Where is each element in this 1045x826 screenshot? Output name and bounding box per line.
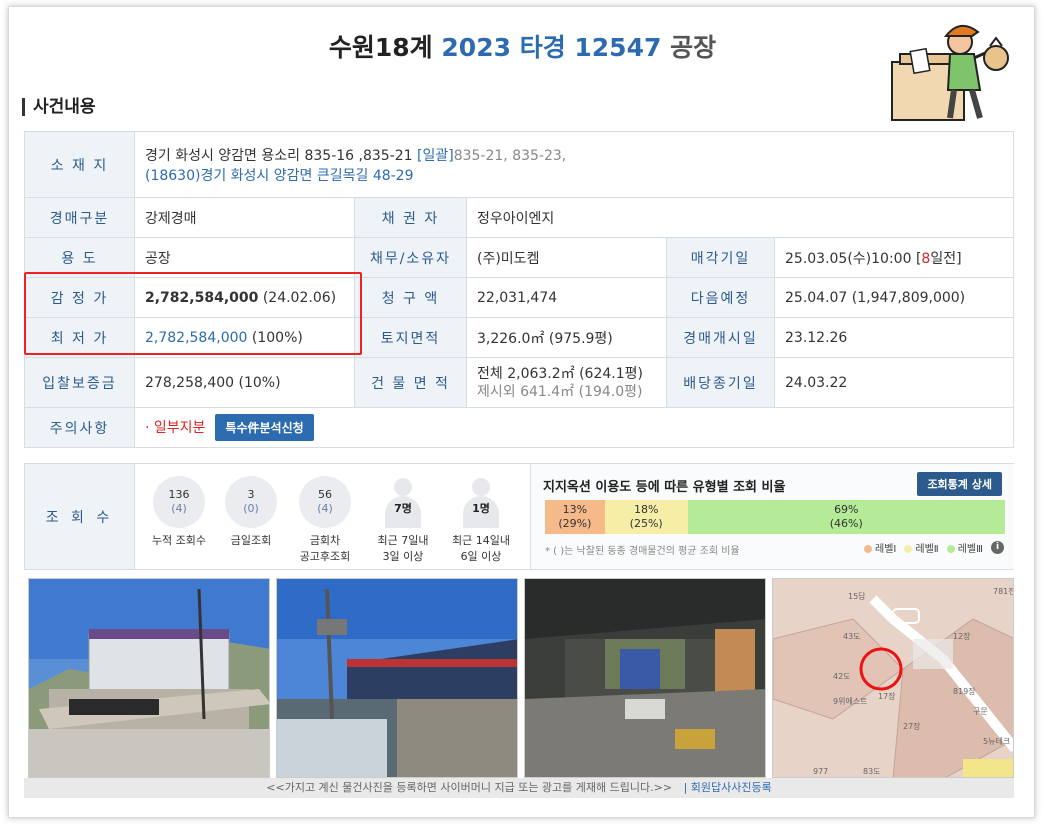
building-exterior-photo[interactable]: [28, 578, 270, 778]
next-sale-value: 25.04.07 (1,947,809,000): [774, 277, 1014, 318]
sale-date-days: 8: [921, 250, 931, 267]
map-label: 9위에스트: [833, 697, 868, 706]
ratio-segment-level1: 13% (29%): [545, 500, 605, 534]
property-type: 공장: [670, 33, 717, 62]
stat-total-views: 136 (4) 누적 조회수: [141, 476, 217, 548]
land-area-value: 3,226.0㎡ (975.9평): [466, 317, 667, 358]
building-area-label: 건 물 면 적: [354, 357, 467, 408]
location-value: 경기 화성시 양감면 용소리 835-16 ,835-21 [일괄]835-21…: [134, 131, 1014, 198]
info-icon[interactable]: i: [991, 541, 1004, 554]
legend-item: 레벨Ⅱ: [904, 540, 939, 555]
caution-label: 주의사항: [24, 407, 135, 448]
factory-interior-photo[interactable]: [524, 578, 766, 778]
address-bulk: 835-21, 835-23,: [453, 147, 567, 164]
claim-label: 청 구 액: [354, 277, 467, 318]
stat-today-views: 3 (0) 금일조회: [213, 476, 289, 548]
legend-item: 레벨Ⅰ: [864, 540, 896, 555]
views-label: 조 회 수: [25, 464, 135, 569]
location-map-photo[interactable]: 43도 42도 9위에스트 17장 27장 819장 구문 5뉴테크 977 8…: [772, 578, 1014, 778]
location-label: 소 재 지: [24, 131, 135, 198]
map-label: 15답: [848, 591, 866, 601]
start-date-label: 경매개시일: [666, 317, 775, 358]
map-label: 구문: [973, 707, 988, 716]
person-icon: 1명: [455, 476, 507, 528]
stat-14day-users: 1명 최근 14일내 6일 이상: [443, 476, 519, 564]
sale-date-suffix: 일전]: [930, 250, 962, 267]
map-label: 27장: [903, 721, 921, 731]
ratio-segment-level2: 18% (25%): [604, 500, 688, 534]
stat-circle: 3 (0): [225, 476, 277, 528]
court-name: 수원18계: [328, 33, 433, 62]
map-label: 819장: [953, 686, 976, 696]
register-photo-link[interactable]: | 회원답사사진등록: [684, 781, 772, 794]
address-road[interactable]: (18630)경기 화성시 양감면 큰길목길 48-29: [145, 168, 414, 184]
auction-mascot-illustration: [891, 25, 1009, 121]
address-bulk-link[interactable]: [일괄]: [417, 148, 454, 164]
map-label: 43도: [843, 632, 861, 641]
map-label: 5뉴테크: [983, 737, 1010, 746]
case-number: 2023 타경 12547: [441, 33, 662, 62]
map-label: 83도: [863, 767, 881, 776]
stat-7day-users: 7명 최근 7일내 3일 이상: [365, 476, 441, 564]
special-analysis-button[interactable]: 특수件분석신청: [215, 414, 314, 441]
building-area-value: 전체 2,063.2㎡ (624.1평) 제시외 641.4㎡ (194.0평): [466, 357, 667, 408]
photo-footer: <<가지고 계신 물건사진을 등록하면 사이버머니 지급 또는 광고를 게재해 …: [24, 778, 1014, 798]
next-sale-label: 다음예정: [666, 277, 775, 318]
start-date-value: 23.12.26: [774, 317, 1014, 358]
sale-date-label: 매각기일: [666, 237, 775, 278]
auction-type-label: 경매구분: [24, 197, 135, 238]
view-ratio-panel: 지지옥션 이용도 등에 따른 유형별 조회 비율 조회통계 상세 13% (29%…: [530, 464, 1014, 569]
map-label: 17장: [878, 691, 896, 701]
photo-gallery: 43도 42도 9위에스트 17장 27장 819장 구문 5뉴테크 977 8…: [24, 578, 1014, 778]
building-excl: 제시외 641.4㎡ (194.0평): [477, 383, 643, 400]
stat-round-views: 56 (4) 금회차 공고후조회: [287, 476, 363, 564]
building-total: 전체 2,063.2㎡ (624.1평): [477, 365, 643, 382]
caution-value: · 일부지분 특수件분석신청: [134, 407, 1014, 448]
map-label: 42도: [833, 672, 851, 681]
debtor-label: 채무/소유자: [354, 237, 467, 278]
claim-value: 22,031,474: [466, 277, 667, 318]
map-label: 781전: [993, 586, 1014, 596]
stat-circle: 136 (4): [153, 476, 205, 528]
section-title: 사건내용: [22, 98, 96, 116]
building-side-photo[interactable]: [276, 578, 518, 778]
view-stats-detail-button[interactable]: 조회통계 상세: [917, 472, 1002, 496]
dividend-date-value: 24.03.22: [774, 357, 1014, 408]
ratio-legend: 레벨Ⅰ 레벨Ⅱ 레벨Ⅲ i: [864, 540, 1004, 555]
ratio-bar: 13% (29%) 18% (25%) 69% (46%): [545, 500, 1005, 534]
deposit-value: 278,258,400 (10%): [134, 357, 355, 408]
ratio-note: * ( )는 낙찰된 동종 경매물건의 평균 조회 비율: [545, 546, 740, 557]
map-label: 977: [813, 767, 828, 776]
legend-item: 레벨Ⅲ: [946, 540, 983, 555]
caution-text: · 일부지분: [145, 420, 206, 436]
dividend-date-label: 배당종기일: [666, 357, 775, 408]
map-label: 12장: [953, 631, 971, 641]
ratio-segment-level3: 69% (46%): [687, 500, 1005, 534]
creditor-value: 정우아이엔지: [466, 197, 1014, 238]
sale-date: 25.03.05(수)10:00 [: [785, 250, 922, 267]
deposit-label: 입찰보증금: [24, 357, 135, 408]
stat-circle: 56 (4): [299, 476, 351, 528]
sale-date-value: 25.03.05(수)10:00 [8일전]: [774, 237, 1014, 278]
photo-notice: <<가지고 계신 물건사진을 등록하면 사이버머니 지급 또는 광고를 게재해 …: [266, 781, 673, 794]
address-main: 경기 화성시 양감면 용소리 835-16 ,835-21: [145, 147, 413, 164]
views-panel: 조 회 수 136 (4) 누적 조회수 3 (0) 금일조회 56 (4) 금회차 …: [24, 463, 1014, 570]
debtor-value: (주)미도켐: [466, 237, 667, 278]
price-highlight-box: [24, 272, 362, 355]
creditor-label: 채 권 자: [354, 197, 467, 238]
auction-type-value: 강제경매: [134, 197, 355, 238]
ratio-title: 지지옥션 이용도 등에 따른 유형별 조회 비율: [543, 480, 786, 495]
land-area-label: 토지면적: [354, 317, 467, 358]
person-icon: 7명: [377, 476, 429, 528]
